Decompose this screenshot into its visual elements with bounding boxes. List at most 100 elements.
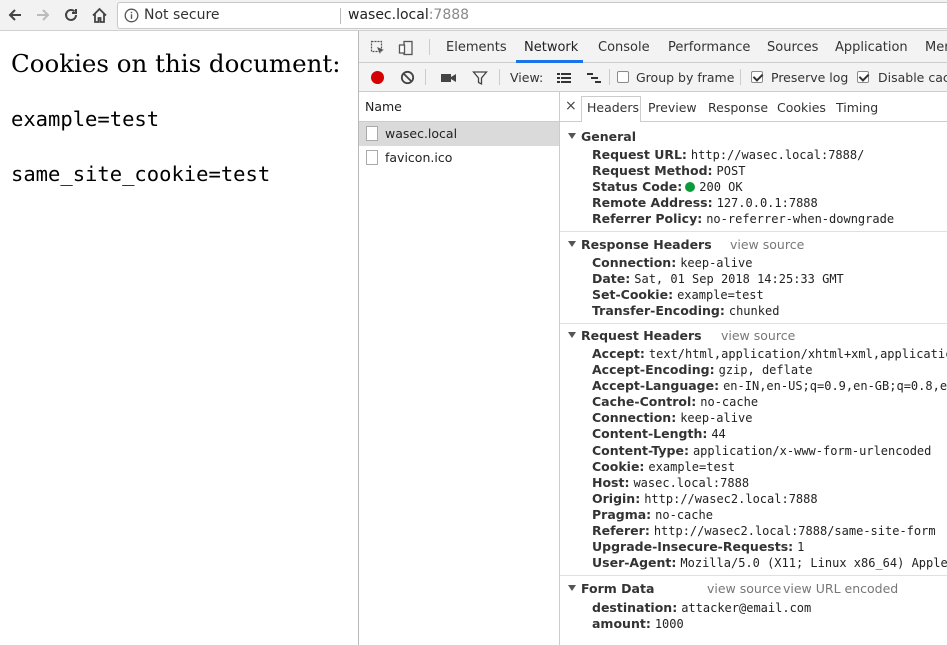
cookie-line: same_site_cookie=test xyxy=(11,162,271,186)
document-icon xyxy=(366,126,378,141)
url-host: wasec.local xyxy=(348,7,429,23)
name-column-header[interactable]: Name xyxy=(359,92,559,122)
section-divider xyxy=(560,231,947,232)
form-data-header[interactable]: Form Data xyxy=(568,581,654,596)
forward-button[interactable] xyxy=(32,4,54,26)
close-icon[interactable]: × xyxy=(565,98,577,114)
header-row: User-Agent: Mozilla/5.0 (X11; Linux x86_… xyxy=(592,555,947,570)
header-row: Pragma: no-cache xyxy=(592,507,713,522)
page-viewport: Cookies on this document: example=test s… xyxy=(0,31,358,645)
tab-console[interactable]: Console xyxy=(598,40,650,55)
header-row: Connection: keep-alive xyxy=(592,410,753,425)
request-row[interactable]: wasec.local xyxy=(359,122,559,146)
back-button[interactable] xyxy=(4,4,26,26)
request-name: wasec.local xyxy=(385,126,458,141)
header-row: Referrer Policy: no-referrer-when-downgr… xyxy=(592,211,895,226)
inspect-element-button[interactable] xyxy=(369,39,386,56)
header-row: Transfer-Encoding: chunked xyxy=(592,303,780,318)
page-heading: Cookies on this document: xyxy=(11,49,341,78)
header-row: Request URL: http://wasec.local:7888/ xyxy=(592,147,865,162)
header-row: Set-Cookie: example=test xyxy=(592,287,764,302)
view-source-link[interactable]: view source xyxy=(707,581,781,596)
info-icon[interactable] xyxy=(124,8,139,23)
devtools-tabbar: Elements Network Console Performance Sou… xyxy=(359,31,947,63)
tab-elements[interactable]: Elements xyxy=(446,40,507,55)
header-row: Origin: http://wasec2.local:7888 xyxy=(592,491,818,506)
request-row[interactable]: favicon.ico xyxy=(359,146,559,170)
cookie-line: example=test xyxy=(11,107,160,131)
view-label: View: xyxy=(510,70,544,85)
tab-sources[interactable]: Sources xyxy=(767,40,818,55)
group-by-frame-label[interactable]: Group by frame xyxy=(636,70,734,85)
large-rows-button[interactable] xyxy=(555,69,572,86)
response-headers-header[interactable]: Response Headers xyxy=(568,237,712,252)
header-row: Accept-Encoding: gzip, deflate xyxy=(592,362,813,377)
header-row: Content-Length: 44 xyxy=(592,426,726,441)
disable-cache-label[interactable]: Disable cach xyxy=(878,70,947,85)
header-row: Remote Address: 127.0.0.1:7888 xyxy=(592,195,818,210)
tab-network[interactable]: Network xyxy=(524,40,578,55)
header-row: Connection: keep-alive xyxy=(592,255,753,270)
reload-icon xyxy=(65,8,77,21)
tab-performance[interactable]: Performance xyxy=(668,40,750,55)
tab-preview[interactable]: Preview xyxy=(648,100,697,115)
tab-response[interactable]: Response xyxy=(708,100,768,115)
header-row: Date: Sat, 01 Sep 2018 14:25:33 GMT xyxy=(592,271,844,286)
tab-memory[interactable]: Mer xyxy=(925,40,947,55)
header-row: Accept-Language: en-IN,en-US;q=0.9,en-GB… xyxy=(592,378,947,393)
tabbar-divider xyxy=(429,39,430,55)
toolbar-divider xyxy=(740,69,741,85)
header-row: Cookie: example=test xyxy=(592,459,736,474)
clear-icon xyxy=(400,70,415,85)
status-ok-icon xyxy=(685,182,696,192)
document-icon xyxy=(366,150,378,165)
home-icon xyxy=(91,7,107,23)
record-button[interactable] xyxy=(369,69,386,86)
view-source-link[interactable]: view source xyxy=(721,328,795,343)
request-name: favicon.ico xyxy=(385,150,453,165)
expand-triangle-icon xyxy=(568,585,576,591)
view-url-encoded-link[interactable]: view URL encoded xyxy=(783,581,898,596)
tab-timing[interactable]: Timing xyxy=(836,100,878,115)
header-row: Cache-Control: no-cache xyxy=(592,394,759,409)
capture-screenshots-button[interactable] xyxy=(440,69,457,86)
request-detail-panel: × Headers Preview Response Cookies Timin… xyxy=(560,92,947,645)
tab-cookies[interactable]: Cookies xyxy=(777,100,826,115)
toolbar-divider xyxy=(499,69,500,85)
devtools-panel: Elements Network Console Performance Sou… xyxy=(358,31,947,645)
device-mobile-icon xyxy=(398,40,413,55)
security-label[interactable]: Not secure xyxy=(144,7,220,23)
header-row: Request Method: POST xyxy=(592,163,746,178)
preserve-log-checkbox[interactable] xyxy=(751,71,763,83)
general-section-header[interactable]: General xyxy=(568,129,636,144)
list-view-icon xyxy=(556,72,571,83)
waterfall-overview-button[interactable] xyxy=(585,69,602,86)
home-button[interactable] xyxy=(88,4,110,26)
tab-application[interactable]: Application xyxy=(835,40,908,55)
device-toolbar-button[interactable] xyxy=(397,39,414,56)
header-row: Status Code: 200 OK xyxy=(592,179,743,194)
preserve-log-label[interactable]: Preserve log xyxy=(771,70,848,85)
filter-button[interactable] xyxy=(471,69,488,86)
form-data-row: amount: 1000 xyxy=(592,616,684,631)
omnibox-divider xyxy=(340,8,341,24)
tab-headers[interactable]: Headers xyxy=(587,100,639,115)
section-divider xyxy=(560,575,947,576)
url-text[interactable]: wasec.local:7888 xyxy=(348,7,469,23)
toolbar-divider xyxy=(425,69,426,85)
browser-toolbar: Not secure wasec.local:7888 xyxy=(0,0,947,31)
arrow-right-icon xyxy=(37,9,50,21)
inspect-cursor-icon xyxy=(370,40,384,54)
url-port: :7888 xyxy=(428,7,470,23)
view-source-link[interactable]: view source xyxy=(730,237,804,252)
reload-button[interactable] xyxy=(60,4,82,26)
record-icon xyxy=(371,71,384,84)
address-bar[interactable]: Not secure wasec.local:7888 xyxy=(117,2,947,29)
detail-tabbar: × Headers Preview Response Cookies Timin… xyxy=(560,92,947,122)
disable-cache-checkbox[interactable] xyxy=(857,71,869,83)
request-headers-header[interactable]: Request Headers xyxy=(568,328,702,343)
group-by-frame-checkbox[interactable] xyxy=(617,71,629,83)
header-row: Host: wasec.local:7888 xyxy=(592,475,750,490)
clear-button[interactable] xyxy=(399,69,416,86)
toolbar-divider xyxy=(609,69,610,85)
